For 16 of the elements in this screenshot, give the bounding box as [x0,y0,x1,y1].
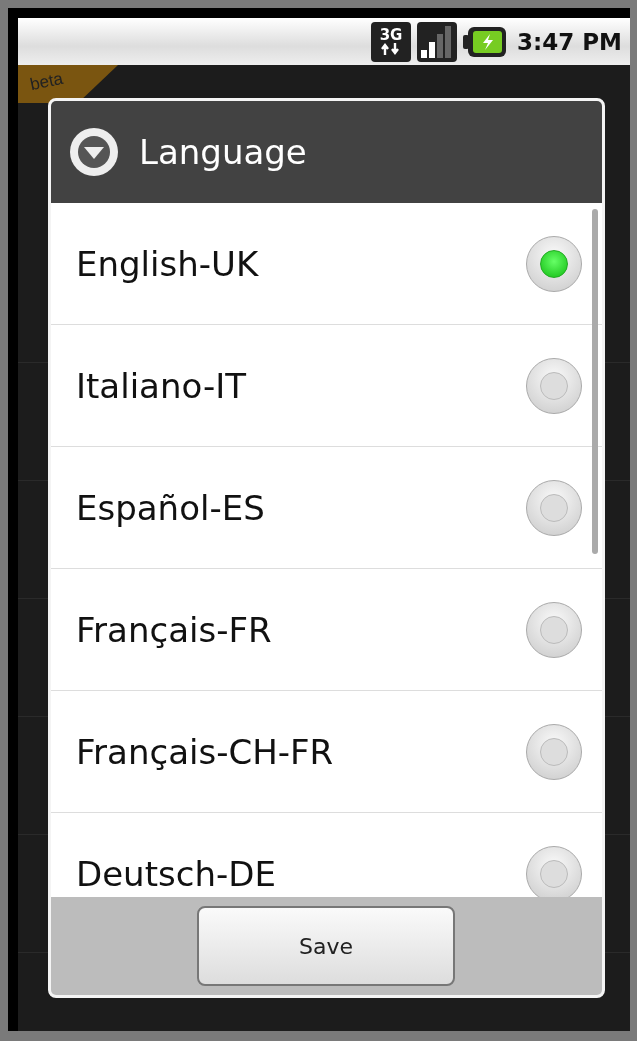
language-label: Français-CH-FR [76,731,334,772]
language-option[interactable]: Français-FR [51,569,602,691]
signal-icon [417,21,458,62]
language-option[interactable]: Français-CH-FR [51,691,602,813]
battery-charging-icon [463,25,508,58]
language-label: Español-ES [76,487,265,528]
save-button[interactable]: Save [197,906,455,986]
network-type-icon: 3G [371,21,412,62]
beta-label: beta [28,69,65,95]
language-label: Deutsch-DE [76,853,276,894]
clock-time: 3:47 PM [517,28,622,55]
language-label: Français-FR [76,609,272,650]
language-label: Italiano-IT [76,365,246,406]
dialog-title: Language [139,132,307,172]
radio-button[interactable] [526,845,582,897]
language-label: English-UK [76,243,259,284]
